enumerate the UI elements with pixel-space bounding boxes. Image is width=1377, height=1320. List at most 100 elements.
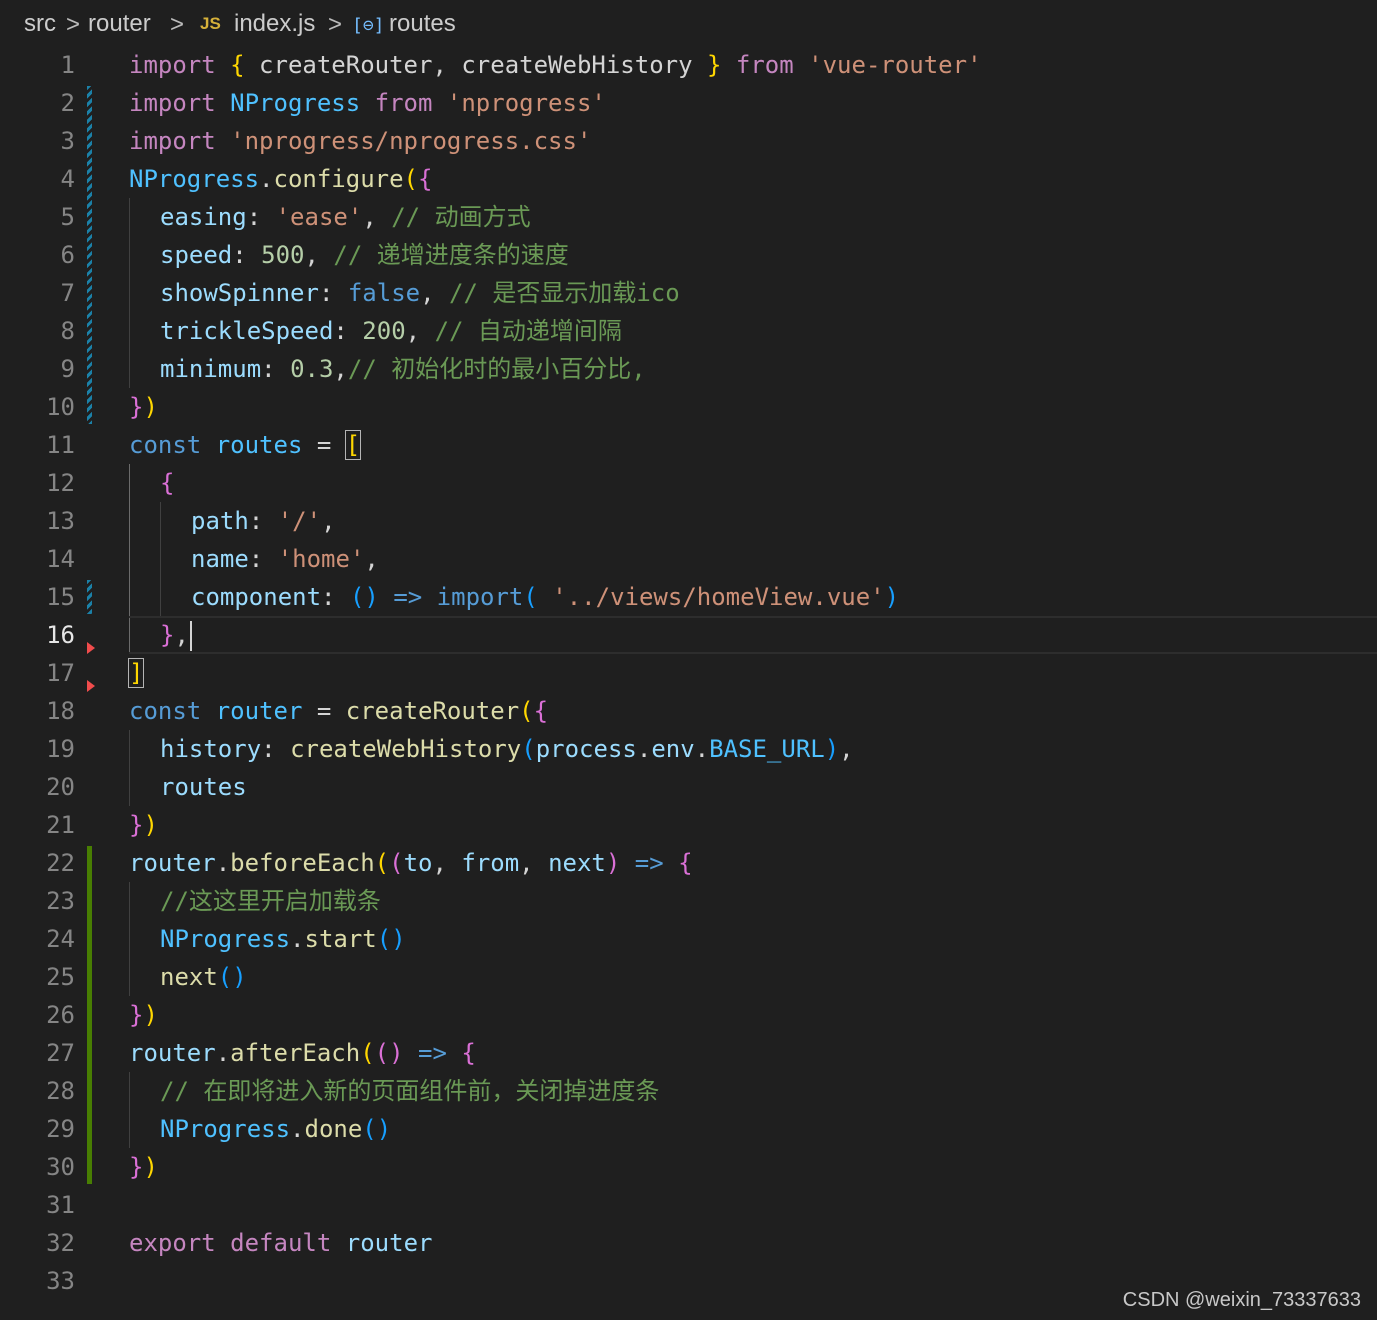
line-number: 20: [46, 773, 75, 801]
code-line[interactable]: 4 NProgress.configure({: [0, 160, 1377, 198]
code-token: NProgress: [160, 925, 291, 953]
code-line[interactable]: 29 NProgress.done(): [0, 1110, 1377, 1148]
code-token: beforeEach: [230, 849, 375, 877]
text-cursor: [189, 621, 192, 651]
code-line[interactable]: 1 import { createRouter, createWebHistory…: [0, 46, 1377, 84]
code-token: ,: [174, 621, 189, 649]
code-token: '/': [277, 507, 322, 535]
code-text: history: createWebHistory(process.env.BA…: [160, 730, 854, 768]
code-token: // 是否显示加载ico: [449, 279, 680, 307]
breadcrumb-item-router[interactable]: router: [88, 10, 151, 38]
code-token: routes: [215, 431, 303, 459]
code-line[interactable]: 26}): [0, 996, 1377, 1034]
code-line[interactable]: 7 showSpinner: false, // 是否显示加载ico: [0, 274, 1377, 312]
code-text: NProgress.configure({: [129, 160, 432, 198]
code-line[interactable]: 8 trickleSpeed: 200, // 自动递增间隔: [0, 312, 1377, 350]
code-text: minimum: 0.3,// 初始化时的最小百分比,: [160, 350, 646, 388]
code-line[interactable]: 27 router.afterEach(() => {: [0, 1034, 1377, 1072]
code-line[interactable]: 31: [0, 1186, 1377, 1224]
code-text: //这这里开启加载条: [160, 882, 381, 920]
code-token: routes: [160, 773, 247, 801]
code-token: }: [129, 393, 144, 421]
code-text: routes: [160, 768, 247, 806]
code-text: component: () => import( '../views/homeV…: [191, 578, 899, 616]
code-token: 'home': [277, 545, 365, 573]
code-text: speed: 500, // 递增进度条的速度: [160, 236, 569, 274]
code-token: router: [345, 1229, 433, 1257]
code-line[interactable]: 9 minimum: 0.3,// 初始化时的最小百分比,: [0, 350, 1377, 388]
code-token: from: [374, 89, 433, 117]
code-token: =>: [393, 583, 423, 611]
line-number: 1: [60, 51, 75, 79]
code-token: env: [651, 735, 695, 763]
code-line[interactable]: 11 const routes = [: [0, 426, 1377, 464]
line-number: 28: [46, 1077, 75, 1105]
line-number: 22: [46, 849, 75, 877]
code-token: (): [376, 925, 406, 953]
code-line[interactable]: 23 //这这里开启加载条: [0, 882, 1377, 920]
code-token: }: [129, 1153, 144, 1181]
code-text: ]: [127, 654, 145, 692]
code-text: showSpinner: false, // 是否显示加载ico: [160, 274, 680, 312]
javascript-file-icon: JS: [200, 14, 221, 33]
line-number: 15: [46, 583, 75, 611]
code-token: createRouter: [345, 697, 520, 725]
code-token: 500: [261, 241, 305, 269]
code-token: (): [349, 583, 379, 611]
code-token: (): [217, 963, 247, 991]
code-line[interactable]: 3 import 'nprogress/nprogress.css': [0, 122, 1377, 160]
code-token: router: [129, 849, 216, 877]
watermark: CSDN @weixin_73337633: [1122, 1289, 1361, 1311]
code-line[interactable]: 16},: [0, 616, 1377, 654]
code-token: :: [246, 203, 276, 231]
code-token: [: [344, 430, 362, 460]
line-number: 9: [60, 355, 75, 383]
code-token: ,: [420, 279, 450, 307]
code-line[interactable]: 14 name: 'home',: [0, 540, 1377, 578]
code-line[interactable]: 12 {: [0, 464, 1377, 502]
code-token: from: [735, 51, 794, 79]
breadcrumb-item-symbol[interactable]: routes: [389, 10, 456, 38]
code-token: 'ease': [275, 203, 363, 231]
code-line[interactable]: 2 import NProgress from 'nprogress': [0, 84, 1377, 122]
code-text: }): [129, 388, 158, 426]
code-line[interactable]: 19 history: createWebHistory(process.env.…: [0, 730, 1377, 768]
code-token: '../views/homeView.vue': [552, 583, 885, 611]
code-token: ): [884, 583, 900, 611]
code-token: const: [129, 697, 202, 725]
code-line[interactable]: 32 export default router: [0, 1224, 1377, 1262]
code-line[interactable]: 6 speed: 500, // 递增进度条的速度: [0, 236, 1377, 274]
code-token: export: [129, 1229, 216, 1257]
breadcrumb-item-src[interactable]: src: [24, 10, 56, 38]
code-token: ,: [321, 507, 336, 535]
code-line[interactable]: 30}): [0, 1148, 1377, 1186]
code-text: export default router: [129, 1224, 432, 1262]
code-token: =: [302, 431, 346, 459]
code-token: ,: [304, 241, 334, 269]
code-line[interactable]: 10}): [0, 388, 1377, 426]
code-text: path: '/',: [191, 502, 336, 540]
code-line[interactable]: 25 next(): [0, 958, 1377, 996]
code-line[interactable]: 28 // 在即将进入新的页面组件前，关闭掉进度条: [0, 1072, 1377, 1110]
code-line[interactable]: 17]: [0, 654, 1377, 692]
code-line[interactable]: 21}): [0, 806, 1377, 844]
code-token: import: [129, 89, 216, 117]
code-token: .: [215, 849, 231, 877]
chevron-right-icon: >: [170, 11, 185, 38]
code-line[interactable]: 24 NProgress.start(): [0, 920, 1377, 958]
code-token: }: [160, 621, 175, 649]
code-text: }): [129, 1148, 158, 1186]
code-token: (: [389, 849, 404, 877]
code-line[interactable]: 18 const router = createRouter({: [0, 692, 1377, 730]
code-line[interactable]: 13 path: '/',: [0, 502, 1377, 540]
code-line[interactable]: 20 routes: [0, 768, 1377, 806]
code-token: history: [160, 735, 262, 763]
code-line[interactable]: 5 easing: 'ease', // 动画方式: [0, 198, 1377, 236]
code-line[interactable]: 22 router.beforeEach((to, from, next) => …: [0, 844, 1377, 882]
line-number: 29: [46, 1115, 75, 1143]
breadcrumb-item-file[interactable]: index.js: [234, 10, 315, 38]
code-line[interactable]: 15 component: () => import( '../views/hom…: [0, 578, 1377, 616]
